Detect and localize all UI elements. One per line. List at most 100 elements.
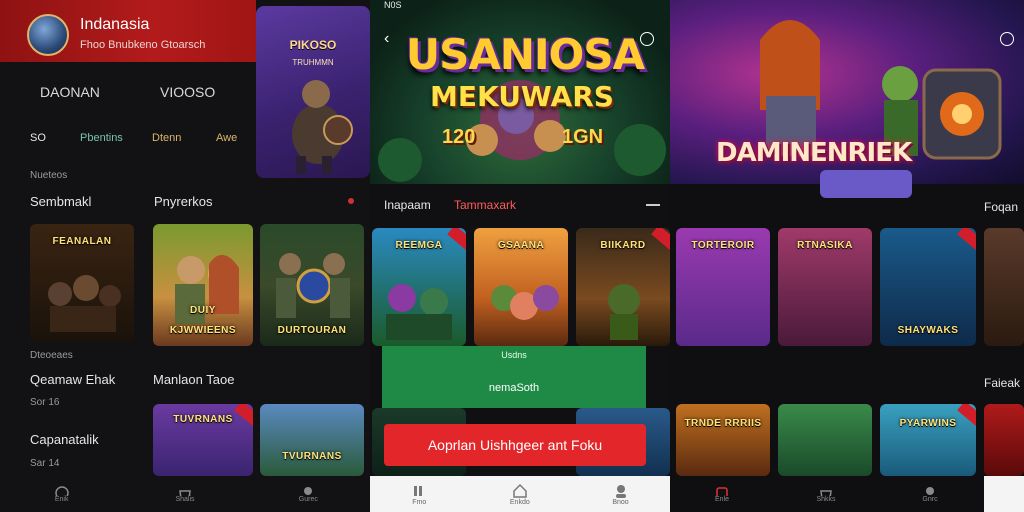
bottom-nav-label: Gnrc <box>922 496 938 503</box>
tab-awe[interactable]: Awe <box>216 132 237 144</box>
hero-title: DAMINENRIEK <box>716 138 912 168</box>
bottom-nav-label: Enle <box>714 496 729 503</box>
game-card[interactable]: DURTOURAN <box>260 224 364 346</box>
game-card-title: SHAYWAKS <box>897 325 959 336</box>
hero-title: USANIOSA <box>406 30 645 79</box>
home-icon <box>513 483 527 498</box>
game-card-title: GSAANA <box>497 240 545 251</box>
game-card-title: TRNDE RRRIIS <box>684 418 762 429</box>
section-title-left: Capanatalik <box>30 432 99 447</box>
app-screen-middle: N0S ‹ USANIOSA MEKUWARS 120 1GN Inapaam … <box>370 0 670 512</box>
app-screen-left: Indanasia Fhoo Bnubkeno Gtoarsch PIKOSO … <box>0 0 370 512</box>
game-card[interactable]: SHAYWAKS <box>880 228 976 346</box>
section-meta: Sor 16 <box>30 397 60 408</box>
bottom-nav-profile[interactable]: Bnoo <box>612 483 629 506</box>
game-card-title: RTNASIKA <box>797 240 853 251</box>
game-card-title: BIIKARD <box>600 240 646 251</box>
profile-icon <box>926 487 934 495</box>
bottom-nav-label: Shalis <box>175 496 195 503</box>
hero-banner[interactable]: DAMINENRIEK <box>670 0 1024 184</box>
game-card[interactable] <box>984 404 1024 476</box>
game-card[interactable]: TORTEROIR <box>676 228 770 346</box>
game-card[interactable] <box>984 228 1024 346</box>
section-title-left: Sembmakl <box>30 194 92 209</box>
info-box-line1: Usdns <box>501 350 527 360</box>
bottom-nav-label: Gurec <box>298 496 318 503</box>
bottom-nav-label: Enkdo <box>509 498 530 506</box>
tab-tammaxark[interactable]: Tammaxark <box>454 198 516 212</box>
bottom-nav-home[interactable]: Fmo <box>411 483 427 506</box>
tab-pbentins[interactable]: Pbentins <box>80 132 123 144</box>
game-card-title: PYARWINS <box>899 418 957 429</box>
avatar[interactable] <box>27 14 69 56</box>
tab-inapaam[interactable]: Inapaam <box>384 198 431 212</box>
promo-card[interactable]: PIKOSO TRUHMMN <box>256 6 370 178</box>
bottom-nav-profile[interactable]: Gnrc <box>921 485 939 503</box>
bottom-nav: Enle Shkks Gnrc <box>670 476 982 512</box>
section-title-right: Manlaon Taoe <box>153 372 235 387</box>
game-card[interactable]: REEMGA <box>372 228 466 346</box>
game-card-title: TVURNANS <box>282 451 342 462</box>
bottom-nav: Enik Shalis Gurec <box>0 476 370 512</box>
game-card[interactable]: TRNDE RRRIIS <box>676 404 770 476</box>
bottom-nav-shop[interactable]: Shkks <box>816 485 836 503</box>
game-card[interactable] <box>778 404 872 476</box>
tab-so[interactable]: SO <box>30 132 46 144</box>
section-title-right: Pnyrerkos <box>154 194 213 209</box>
section-meta: Sar 14 <box>30 458 60 469</box>
game-card-title: TORTEROIR <box>691 240 755 251</box>
section-title-right: Foqan <box>984 200 1019 214</box>
game-card[interactable]: BIIKARD <box>576 228 670 346</box>
bottom-nav-shop[interactable]: Enkdo <box>510 483 530 506</box>
profile-name: Indanasia <box>80 16 150 33</box>
primary-action-button[interactable]: Aoprlan Uishhgeer ant Foku <box>384 424 646 466</box>
more-options-icon[interactable] <box>1000 32 1014 46</box>
hero-number-right: 1GN <box>562 126 604 148</box>
bottom-nav-label: Shkks <box>816 496 836 503</box>
bottom-nav-label: Fmo <box>412 498 427 506</box>
grid-icon <box>414 485 423 496</box>
profile-icon <box>615 484 626 498</box>
game-card[interactable]: GSAANA <box>474 228 568 346</box>
hero-pill-button[interactable] <box>820 170 912 198</box>
game-card-title: TUVRNANS <box>173 414 233 425</box>
game-card-title: DUIY <box>190 305 216 316</box>
tab-dtenn[interactable]: Dtenn <box>152 132 181 144</box>
hero-banner[interactable]: N0S ‹ USANIOSA MEKUWARS 120 1GN <box>370 0 670 184</box>
menu-dash-icon[interactable] <box>646 204 660 206</box>
nav-item-2[interactable]: VIOOSO <box>160 84 215 100</box>
bottom-nav-label: Enik <box>54 496 69 503</box>
bottom-nav: Fmo Enkdo Bnoo <box>370 476 670 512</box>
game-card-title: REEMGA <box>395 240 443 251</box>
game-card-title: DURTOURAN <box>277 325 347 336</box>
game-card[interactable]: RTNASIKA <box>778 228 872 346</box>
home-icon <box>716 487 728 496</box>
nav-item-1[interactable]: DAONAN <box>40 84 100 100</box>
section-caption: Dteoeaes <box>30 350 73 361</box>
hero-subtitle: MEKUWARS <box>430 80 614 113</box>
bag-icon <box>820 490 832 496</box>
bottom-nav-label: Bnoo <box>612 498 629 506</box>
game-card[interactable]: FEANALAN <box>30 224 134 342</box>
bottom-nav-home[interactable]: Enle <box>713 485 731 503</box>
notification-dot-icon <box>348 198 354 204</box>
profile-icon <box>304 487 313 495</box>
game-card[interactable]: TUVRNANS <box>153 404 253 476</box>
profile-subtitle: Fhoo Bnubkeno Gtoarsch <box>80 39 206 51</box>
game-card-subtitle: KJWWIEENS <box>169 325 237 336</box>
info-box: Usdns nemaSoth <box>382 346 646 408</box>
game-card[interactable]: PYARWINS <box>880 404 976 476</box>
status-bar-text: N0S <box>384 0 402 10</box>
back-arrow-icon[interactable]: ‹ <box>384 30 402 48</box>
promo-character-art <box>292 80 353 174</box>
bottom-nav-edge <box>984 476 1024 512</box>
bottom-nav-shop[interactable]: Shalis <box>175 485 195 503</box>
bottom-nav-home[interactable]: Enik <box>53 485 71 503</box>
section-title-left: Qeamaw Ehak <box>30 372 116 387</box>
bottom-nav-profile[interactable]: Gurec <box>298 485 318 503</box>
section-caption: Nueteos <box>30 170 68 181</box>
game-card-title: FEANALAN <box>52 236 112 247</box>
bag-icon <box>179 490 191 496</box>
game-card[interactable]: TVURNANS <box>260 404 364 476</box>
game-card[interactable]: DUIY KJWWIEENS <box>153 224 253 346</box>
